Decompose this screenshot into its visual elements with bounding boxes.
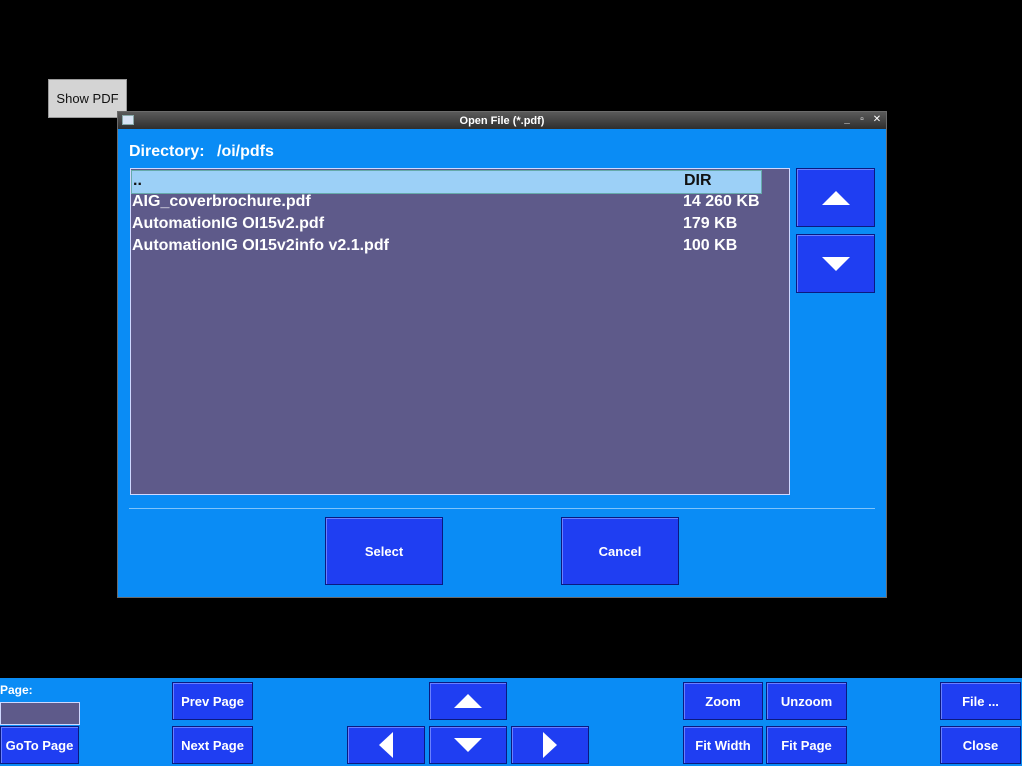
dialog-titlebar[interactable]: Open File (*.pdf) <box>118 112 886 129</box>
open-file-dialog: Open File (*.pdf) _ ▫ ✕ Directory: /oi/p… <box>117 111 887 598</box>
file-name: AutomationIG OI15v2.pdf <box>132 215 325 232</box>
file-row[interactable]: AIG_coverbrochure.pdf 14 260 KB <box>131 192 760 214</box>
scroll-up-button[interactable] <box>429 682 507 720</box>
minimize-icon[interactable]: _ <box>841 114 853 126</box>
select-button[interactable]: Select <box>325 517 443 585</box>
window-icon <box>122 115 134 125</box>
file-size: 179 KB <box>683 215 738 232</box>
scroll-right-button[interactable] <box>511 726 589 764</box>
file-row-parent-dir[interactable]: .. DIR <box>131 170 762 194</box>
arrow-up-icon <box>454 694 482 708</box>
fit-width-button[interactable]: Fit Width <box>683 726 763 764</box>
next-page-button[interactable]: Next Page <box>172 726 253 764</box>
close-icon[interactable]: ✕ <box>871 114 883 126</box>
arrow-up-icon <box>821 190 850 205</box>
file-list[interactable]: .. DIR AIG_coverbrochure.pdf 14 260 KB A… <box>130 168 790 495</box>
close-button[interactable]: Close <box>940 726 1021 764</box>
file-name: AutomationIG OI15v2info v2.1.pdf <box>132 237 389 254</box>
arrow-down-icon <box>821 256 850 271</box>
directory-path: /oi/pdfs <box>217 143 274 160</box>
scroll-left-button[interactable] <box>347 726 425 764</box>
page-label: Page: <box>0 683 33 697</box>
scroll-down-button[interactable] <box>796 234 875 293</box>
cancel-button[interactable]: Cancel <box>561 517 679 585</box>
arrow-right-icon <box>543 732 557 758</box>
file-button[interactable]: File ... <box>940 682 1021 720</box>
dialog-title: Open File (*.pdf) <box>459 114 545 127</box>
zoom-button[interactable]: Zoom <box>683 682 763 720</box>
fit-page-button[interactable]: Fit Page <box>766 726 847 764</box>
file-size: DIR <box>684 172 712 189</box>
file-row[interactable]: AutomationIG OI15v2.pdf 179 KB <box>131 214 760 236</box>
maximize-icon[interactable]: ▫ <box>856 114 868 126</box>
scroll-down-button[interactable] <box>429 726 507 764</box>
bottom-toolbar: Page: GoTo Page Prev Page Next Page Zoom… <box>0 678 1022 766</box>
file-size: 100 KB <box>683 237 738 254</box>
divider <box>129 508 875 509</box>
arrow-down-icon <box>454 738 482 752</box>
file-name: .. <box>133 172 142 189</box>
goto-page-button[interactable]: GoTo Page <box>0 726 79 764</box>
file-row[interactable]: AutomationIG OI15v2info v2.1.pdf 100 KB <box>131 236 760 258</box>
directory-label: Directory: <box>129 143 205 160</box>
page-input[interactable] <box>0 702 80 725</box>
arrow-left-icon <box>379 732 393 758</box>
file-size: 14 260 KB <box>683 193 760 210</box>
unzoom-button[interactable]: Unzoom <box>766 682 847 720</box>
prev-page-button[interactable]: Prev Page <box>172 682 253 720</box>
file-name: AIG_coverbrochure.pdf <box>132 193 311 210</box>
scroll-up-button[interactable] <box>796 168 875 227</box>
show-pdf-button[interactable]: Show PDF <box>48 79 127 118</box>
